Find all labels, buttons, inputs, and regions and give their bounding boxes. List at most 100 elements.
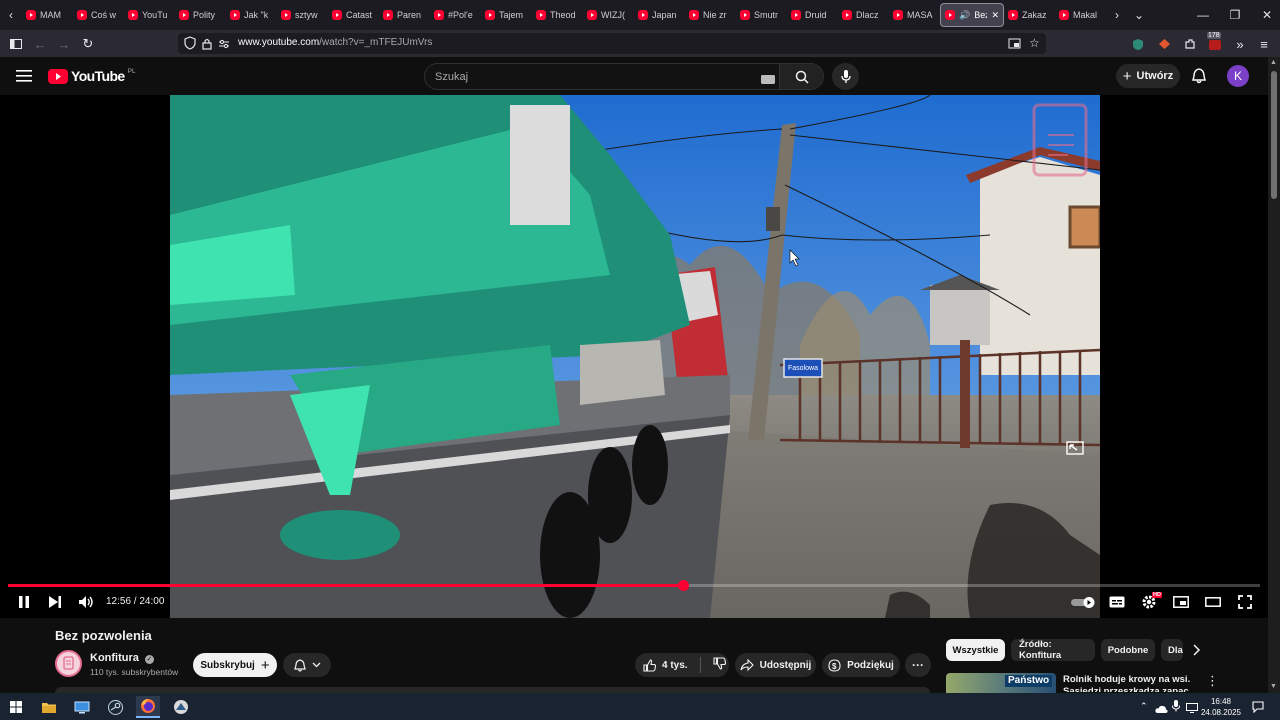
list-all-tabs-button[interactable]: ⌄ xyxy=(1128,3,1150,27)
reload-button[interactable]: ↻ xyxy=(78,34,98,54)
sidebar-toggle-icon[interactable] xyxy=(6,34,26,54)
taskbar-clock[interactable]: 16:48 24.08.2025 xyxy=(1200,696,1242,718)
browser-tab[interactable]: WIZJ( xyxy=(583,3,634,27)
firefox-taskbar-icon[interactable] xyxy=(136,696,160,718)
fullscreen-button[interactable] xyxy=(1233,592,1257,612)
browser-tab[interactable]: #Pol'e xyxy=(430,3,481,27)
browser-tab[interactable]: MASA xyxy=(889,3,940,27)
browser-tab[interactable]: Coś w xyxy=(73,3,124,27)
close-window-button[interactable]: ✕ xyxy=(1250,0,1280,30)
subtitles-button[interactable] xyxy=(1105,592,1129,612)
chip-from-channel[interactable]: Źródło: Konfitura xyxy=(1011,639,1095,661)
tray-microphone-icon[interactable] xyxy=(1172,699,1180,717)
keyboard-icon[interactable] xyxy=(761,72,775,90)
browser-tab[interactable]: Polity xyxy=(175,3,226,27)
tabs-scroll-right-button[interactable]: › xyxy=(1106,3,1128,27)
vpn-extension-icon[interactable] xyxy=(1128,34,1148,54)
guide-menu-icon[interactable] xyxy=(16,69,32,87)
progress-bar[interactable] xyxy=(8,580,1260,591)
share-button[interactable]: Udostępnij xyxy=(735,653,816,677)
more-actions-button[interactable]: ··· xyxy=(905,653,931,677)
maximize-button[interactable]: ❐ xyxy=(1218,0,1252,30)
browser-tab[interactable]: MAM xyxy=(22,3,73,27)
overflow-menu-icon[interactable]: » xyxy=(1230,34,1250,54)
onedrive-cloud-icon[interactable] xyxy=(1155,701,1168,719)
address-bar[interactable]: www.youtube.com/watch?v=_mTFEJUmVrs ☆ xyxy=(178,33,1046,54)
back-button[interactable]: ← xyxy=(30,34,50,54)
subscribe-button[interactable]: Subskrybuj + xyxy=(193,653,277,677)
recommendation-menu-icon[interactable]: ⋮ xyxy=(1206,674,1219,687)
browser-tab[interactable]: Smutr xyxy=(736,3,787,27)
forward-button[interactable]: → xyxy=(54,34,74,54)
browser-tab[interactable]: 🔊 Bez ✕ xyxy=(940,3,1004,27)
browser-tab[interactable]: Paren xyxy=(379,3,430,27)
scrubber-handle[interactable] xyxy=(677,580,689,591)
app-taskbar-icon[interactable] xyxy=(169,696,193,718)
tray-overflow-chevron-icon[interactable]: ⌃ xyxy=(1140,701,1148,712)
shield-icon[interactable] xyxy=(184,36,196,55)
voice-search-button[interactable] xyxy=(832,63,859,90)
scrollbar-thumb[interactable] xyxy=(1271,71,1277,199)
video-frame[interactable]: Fasolowa xyxy=(170,95,1100,618)
miniplayer-button[interactable] xyxy=(1169,592,1193,612)
browser-tab[interactable]: YouTu xyxy=(124,3,175,27)
lock-icon[interactable] xyxy=(202,37,212,55)
chip-all[interactable]: Wszystkie xyxy=(946,639,1005,661)
channel-avatar[interactable] xyxy=(55,650,82,677)
thanks-button[interactable]: $ Podziękuj xyxy=(822,653,900,677)
network-icon[interactable] xyxy=(1186,700,1198,718)
chip-related[interactable]: Podobne xyxy=(1101,639,1155,661)
browser-tab[interactable]: Tajem xyxy=(481,3,532,27)
chips-next-button[interactable] xyxy=(1192,643,1202,662)
permissions-icon[interactable] xyxy=(218,37,230,55)
browser-tab[interactable]: Japan xyxy=(634,3,685,27)
bookmark-star-icon[interactable]: ☆ xyxy=(1029,36,1040,50)
steam-icon[interactable] xyxy=(103,696,127,718)
pause-button[interactable] xyxy=(12,592,36,612)
page-scrollbar[interactable]: ▲ ▼ xyxy=(1268,57,1280,693)
notification-center-icon[interactable] xyxy=(1252,700,1264,718)
hamburger-menu-icon[interactable]: ≡ xyxy=(1254,34,1274,54)
browser-tab[interactable]: Makal xyxy=(1055,3,1106,27)
video-player[interactable]: Fasolowa 12:56 / 24:00 HD xyxy=(0,95,1268,618)
browser-tab[interactable]: Catast xyxy=(328,3,379,27)
miniplayer-overlay-icon[interactable] xyxy=(1066,441,1084,460)
youtube-logo[interactable]: YouTube PL xyxy=(48,68,136,84)
ublock-extension-icon[interactable]: 178 xyxy=(1205,32,1225,54)
tabs-scroll-left-button[interactable]: ‹ xyxy=(0,3,22,27)
mute-button[interactable] xyxy=(74,592,98,612)
scroll-down-arrow-icon[interactable]: ▼ xyxy=(1270,683,1277,690)
chip-for-you[interactable]: Dla xyxy=(1161,639,1183,661)
search-box[interactable]: Szukaj xyxy=(424,63,824,90)
browser-tab[interactable]: sztyw xyxy=(277,3,328,27)
recommendation-thumbnail[interactable]: Państwo xyxy=(946,673,1056,693)
extensions-puzzle-icon[interactable] xyxy=(1180,34,1200,54)
autoplay-toggle[interactable] xyxy=(1070,592,1098,612)
create-button[interactable]: + Utwórz xyxy=(1116,64,1180,88)
picture-in-picture-icon[interactable] xyxy=(1008,37,1021,55)
browser-tab[interactable]: Zakaz xyxy=(1004,3,1055,27)
extension-icon[interactable] xyxy=(1154,34,1174,54)
browser-tab[interactable]: Nie zr xyxy=(685,3,736,27)
like-button[interactable]: 4 tys. xyxy=(643,658,688,672)
next-button[interactable] xyxy=(43,592,67,612)
windows-start-icon[interactable] xyxy=(4,696,28,718)
channel-name[interactable]: Konfitura ✓ xyxy=(90,652,154,664)
notifications-bell-icon[interactable] xyxy=(1191,68,1207,89)
account-avatar[interactable]: K xyxy=(1227,65,1249,87)
settings-button[interactable]: HD xyxy=(1137,592,1162,612)
browser-tab[interactable]: Dlacz xyxy=(838,3,889,27)
scroll-up-arrow-icon[interactable]: ▲ xyxy=(1270,59,1277,66)
browser-tab[interactable]: Jak "k xyxy=(226,3,277,27)
search-input[interactable]: Szukaj xyxy=(435,71,468,83)
this-pc-icon[interactable] xyxy=(70,696,94,718)
tab-audio-playing-icon[interactable]: 🔊 xyxy=(959,10,970,21)
browser-tab[interactable]: Theod xyxy=(532,3,583,27)
close-tab-icon[interactable]: ✕ xyxy=(991,10,999,21)
theater-mode-button[interactable] xyxy=(1201,592,1225,612)
search-button[interactable] xyxy=(779,64,823,89)
browser-tab[interactable]: Druid xyxy=(787,3,838,27)
dislike-button[interactable] xyxy=(713,657,726,673)
file-explorer-icon[interactable] xyxy=(37,696,61,718)
notification-preferences-button[interactable] xyxy=(283,653,331,677)
